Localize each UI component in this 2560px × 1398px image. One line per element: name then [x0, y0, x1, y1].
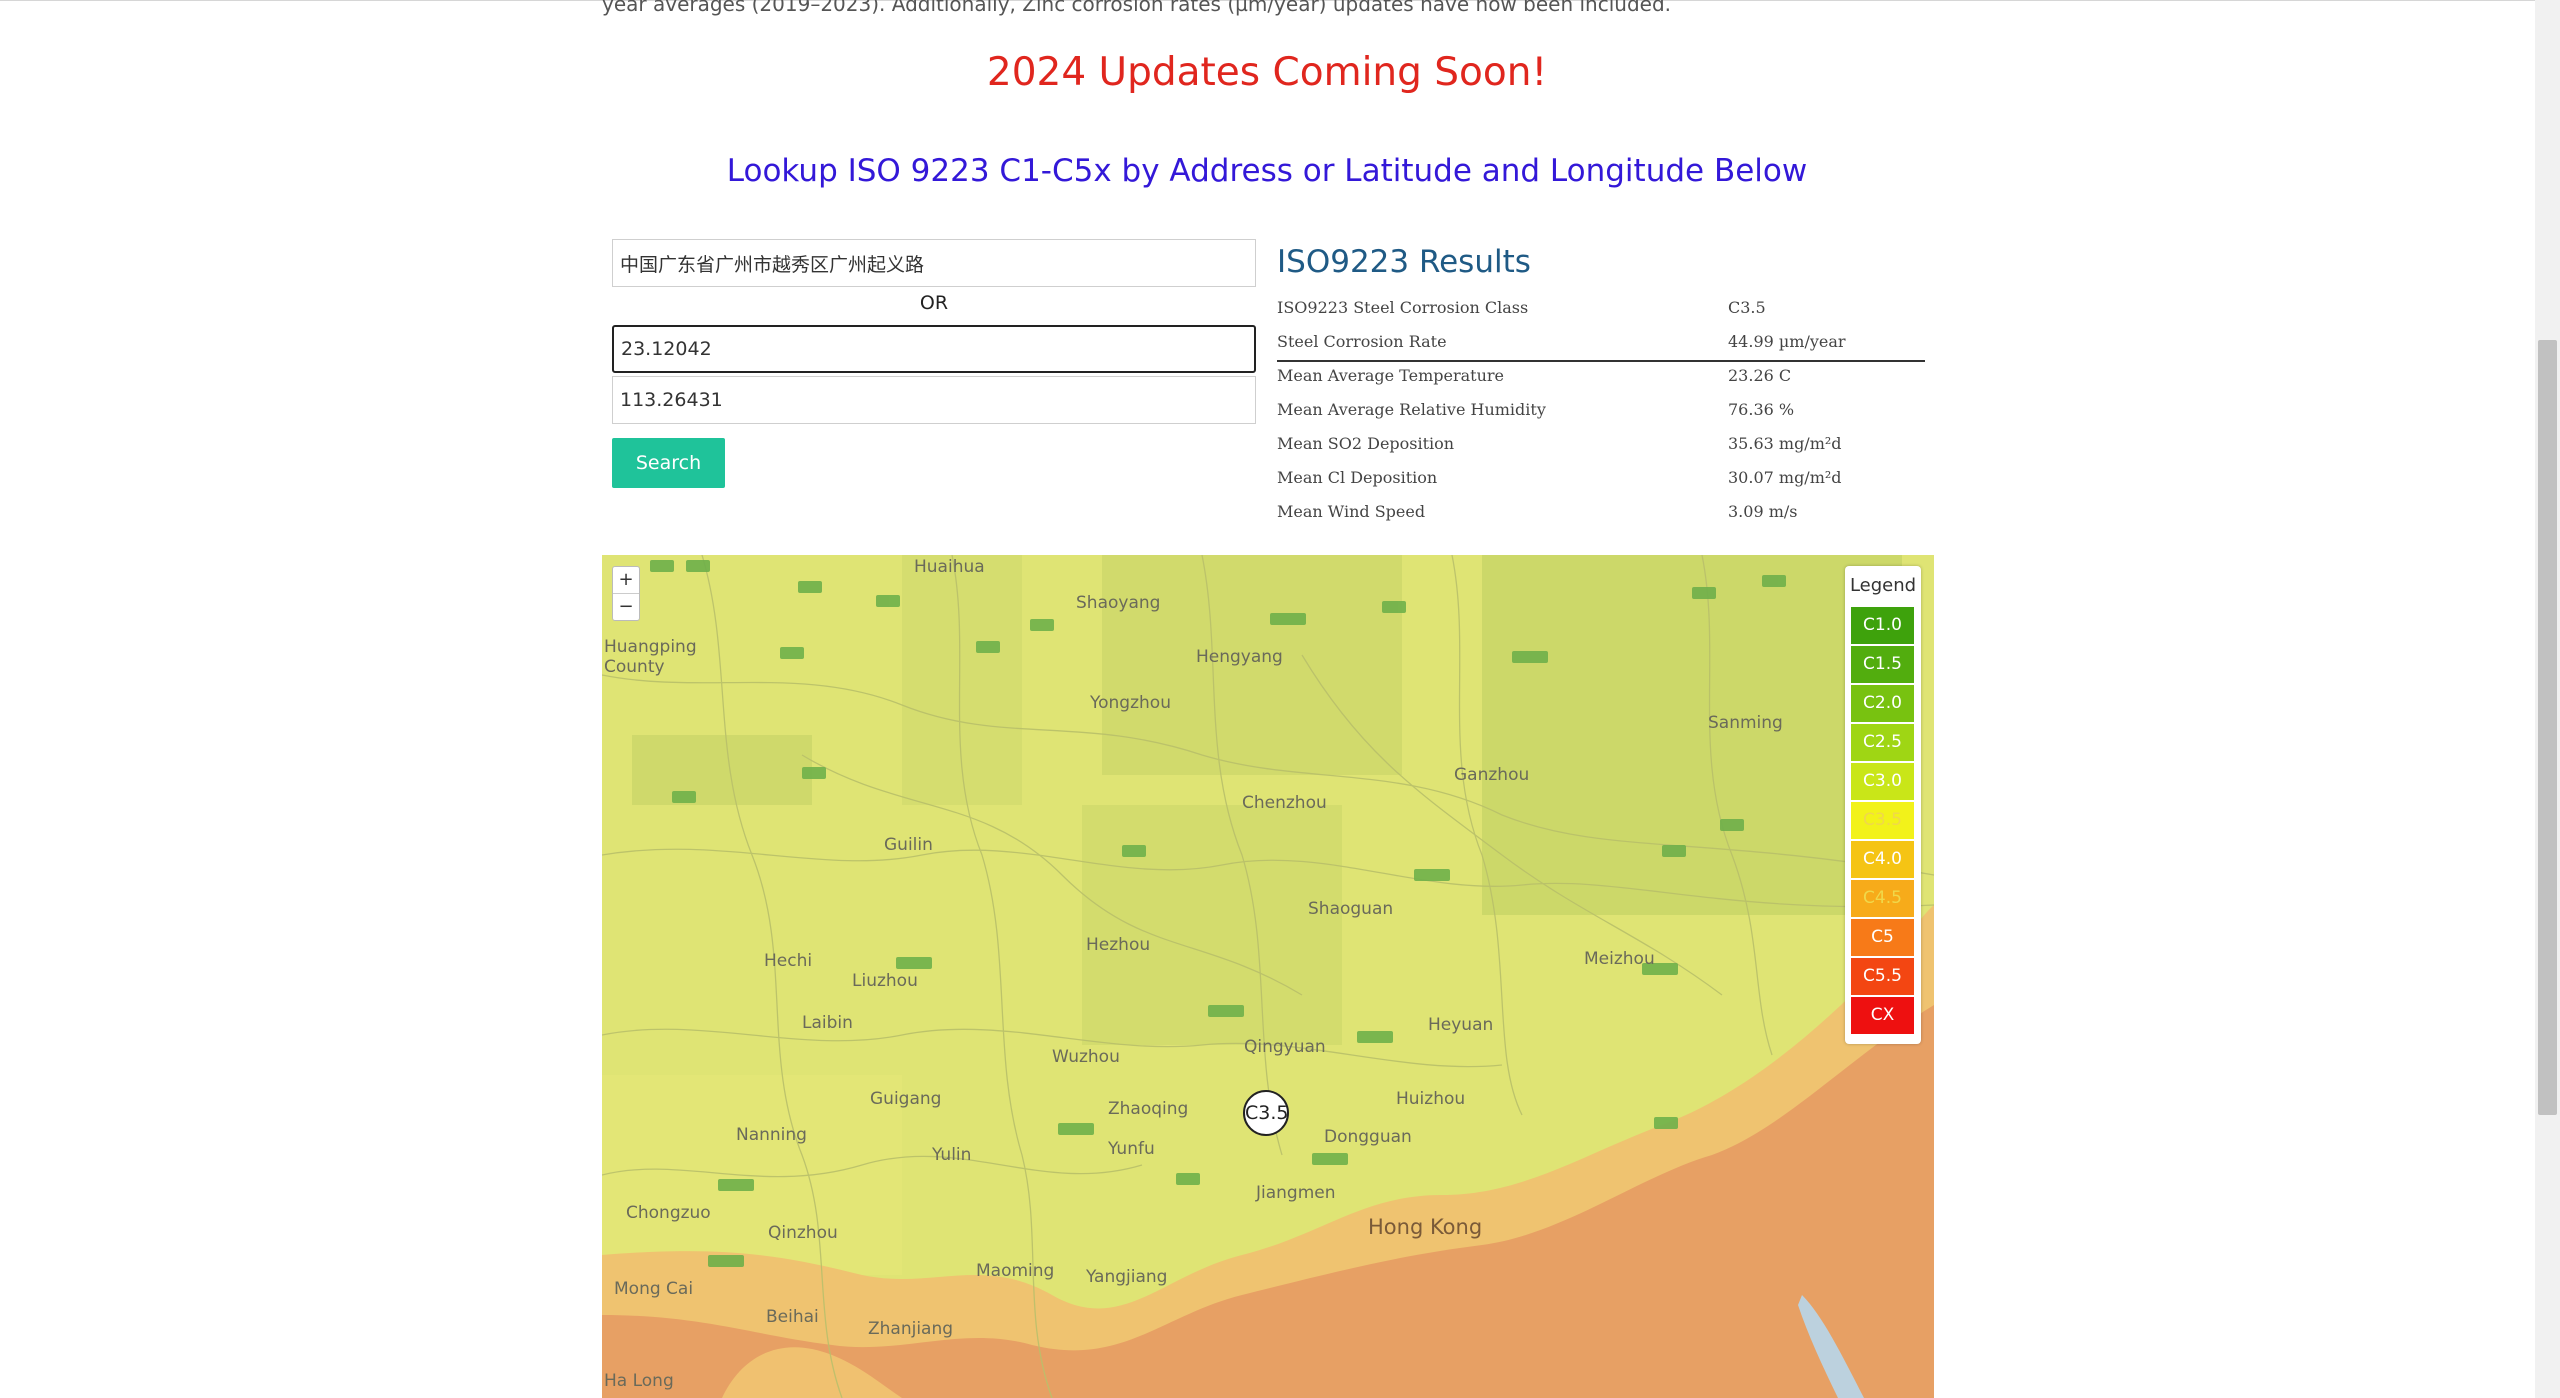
or-label: OR	[919, 292, 949, 314]
legend-title: Legend	[1849, 575, 1917, 596]
result-value: C3.5	[1728, 298, 1766, 317]
zoom-out-button[interactable]: −	[613, 593, 639, 620]
legend-item: C1.0	[1851, 607, 1914, 644]
result-label: Mean Average Relative Humidity	[1277, 400, 1546, 419]
location-marker[interactable]: C3.5	[1243, 1090, 1289, 1136]
result-row-humidity: Mean Average Relative Humidity 76.36 %	[1277, 398, 1925, 432]
city-label: Ha Long	[604, 1371, 674, 1391]
city-label: Chongzuo	[626, 1203, 711, 1223]
city-label: Wuzhou	[1052, 1047, 1120, 1067]
city-label: Chenzhou	[1242, 793, 1327, 813]
result-row-chloride: Mean Cl Deposition 30.07 mg/m²d	[1277, 466, 1925, 500]
legend-item: C5	[1851, 919, 1914, 956]
city-label: Nanning	[736, 1125, 807, 1145]
city-label: Meizhou	[1584, 949, 1655, 969]
city-label: Hong Kong	[1368, 1215, 1483, 1239]
city-label: Hechi	[764, 951, 813, 971]
result-row-rate: Steel Corrosion Rate 44.99 µm/year	[1277, 330, 1925, 362]
result-value: 76.36 %	[1728, 400, 1795, 419]
city-label: Guilin	[884, 835, 933, 855]
page-scrollbar-thumb[interactable]	[2538, 340, 2557, 1115]
result-label: Mean Cl Deposition	[1277, 468, 1438, 487]
city-label: Ganzhou	[1454, 765, 1530, 785]
city-label: Laibin	[802, 1013, 853, 1033]
results-title: ISO9223 Results	[1277, 244, 1531, 280]
address-input[interactable]	[612, 239, 1256, 287]
city-label: Dongguan	[1324, 1127, 1412, 1147]
zoom-in-button[interactable]: +	[613, 567, 639, 593]
city-label: Mong Cai	[614, 1279, 694, 1299]
result-label: ISO9223 Steel Corrosion Class	[1277, 298, 1529, 317]
search-button[interactable]: Search	[612, 438, 725, 488]
legend-item: C2.0	[1851, 685, 1914, 722]
city-label: Qinzhou	[768, 1223, 838, 1243]
result-row-wind: Mean Wind Speed 3.09 m/s	[1277, 500, 1925, 534]
city-label: Huizhou	[1396, 1089, 1466, 1109]
legend-item: C1.5	[1851, 646, 1914, 683]
city-label: Yunfu	[1108, 1139, 1155, 1159]
city-label: Zhanjiang	[868, 1319, 954, 1339]
city-label: Qingyuan	[1244, 1037, 1326, 1057]
city-label: Liuzhou	[852, 971, 918, 991]
city-label: Shaoguan	[1308, 899, 1394, 919]
intro-text: year averages (2019–2023). Additionally,…	[602, 0, 1671, 16]
result-label: Mean Average Temperature	[1277, 366, 1504, 385]
legend-item: C4.0	[1851, 841, 1914, 878]
corrosion-map[interactable]: Huaihua Shaoyang Hengyang Huangping Coun…	[602, 555, 1934, 1398]
legend-item: C4.5	[1851, 880, 1914, 917]
result-label: Steel Corrosion Rate	[1277, 332, 1447, 351]
lookup-heading: Lookup ISO 9223 C1-C5x by Address or Lat…	[726, 153, 1808, 189]
city-label: Yulin	[932, 1145, 972, 1165]
result-label: Mean Wind Speed	[1277, 502, 1426, 521]
city-label: Huaihua	[914, 557, 985, 577]
city-label: Heyuan	[1428, 1015, 1494, 1035]
legend-item: C5.5	[1851, 958, 1914, 995]
city-label: Yangjiang	[1086, 1267, 1168, 1287]
legend-item: C3.0	[1851, 763, 1914, 800]
result-label: Mean SO2 Deposition	[1277, 434, 1455, 453]
announcement-heading: 2024 Updates Coming Soon!	[986, 50, 1548, 95]
legend-item: C2.5	[1851, 724, 1914, 761]
city-label: Sanming	[1708, 713, 1783, 733]
city-label: Maoming	[976, 1261, 1055, 1281]
map-legend: Legend C1.0 C1.5 C2.0 C2.5 C3.0 C3.5 C4.…	[1845, 566, 1921, 1044]
results-table: ISO9223 Steel Corrosion Class C3.5 Steel…	[1277, 296, 1925, 534]
city-label: Jiangmen	[1256, 1183, 1336, 1203]
city-label: Hezhou	[1086, 935, 1151, 955]
city-label: Beihai	[766, 1307, 819, 1327]
legend-item: CX	[1851, 997, 1914, 1034]
city-label: Guigang	[870, 1089, 942, 1109]
result-row-temperature: Mean Average Temperature 23.26 C	[1277, 364, 1925, 398]
city-label: Zhaoqing	[1108, 1099, 1189, 1119]
result-value: 44.99 µm/year	[1728, 332, 1846, 351]
result-value: 35.63 mg/m²d	[1728, 434, 1842, 453]
result-value: 30.07 mg/m²d	[1728, 468, 1842, 487]
legend-item: C3.5	[1851, 802, 1914, 839]
longitude-input[interactable]	[612, 376, 1256, 424]
result-value: 23.26 C	[1728, 366, 1792, 385]
city-label: Huangping County	[604, 637, 697, 677]
city-label: Shaoyang	[1076, 593, 1161, 613]
city-label: Yongzhou	[1090, 693, 1171, 713]
latitude-input[interactable]	[612, 325, 1256, 373]
city-label: Hengyang	[1196, 647, 1283, 667]
result-row-so2: Mean SO2 Deposition 35.63 mg/m²d	[1277, 432, 1925, 466]
zoom-control: + −	[612, 566, 640, 621]
result-row-class: ISO9223 Steel Corrosion Class C3.5	[1277, 296, 1925, 330]
map-tiles	[602, 555, 1934, 1398]
result-value: 3.09 m/s	[1728, 502, 1798, 521]
